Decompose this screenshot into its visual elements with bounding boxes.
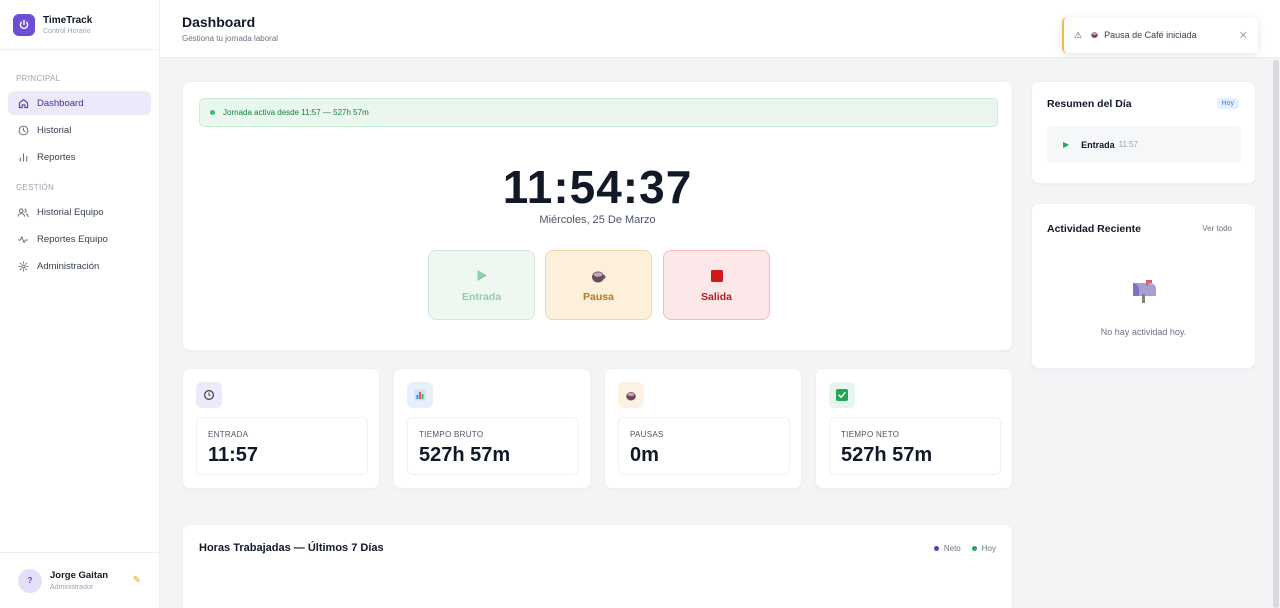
- app-name: TimeTrack: [43, 14, 93, 26]
- brand[interactable]: TimeTrack Control Horario: [0, 0, 159, 50]
- users-icon: [17, 206, 29, 218]
- sidebar-item-reportes-equipo[interactable]: Reportes Equipo: [8, 227, 151, 251]
- status-text: Jornada activa desde 11:57 — 527h 57m: [223, 108, 369, 117]
- stat-box: TIEMPO BRUTO 527h 57m: [407, 417, 579, 475]
- salida-button[interactable]: Salida: [663, 250, 770, 320]
- sidebar-item-label: Dashboard: [37, 97, 84, 109]
- today-badge: Hoy: [1216, 98, 1239, 109]
- view-all-link[interactable]: Ver todo: [1202, 224, 1232, 233]
- legend-item-hoy: Hoy: [971, 544, 996, 553]
- sidebar-item-reportes[interactable]: Reportes: [8, 145, 151, 169]
- status-dot: [210, 110, 215, 115]
- sidebar-item-label: Historial Equipo: [37, 206, 104, 218]
- date: Miércoles, 25 De Marzo: [539, 214, 656, 226]
- sidebar-item-label: Historial: [37, 124, 72, 136]
- stop-icon: [710, 268, 723, 284]
- scrollbar-thumb[interactable]: [1273, 60, 1279, 608]
- user-name: Jorge Gaitan: [50, 570, 109, 581]
- entrada-label: Entrada: [461, 290, 502, 303]
- play-icon: ▶: [1063, 140, 1070, 149]
- activity-title: Actividad Reciente: [1047, 223, 1141, 235]
- bar-chart-icon: [407, 382, 433, 408]
- legend-item-neto: Neto: [933, 544, 961, 553]
- sidebar-item-dashboard[interactable]: Dashboard: [8, 91, 151, 115]
- toast-message: Pausa de Café iniciada: [1104, 30, 1197, 40]
- summary-entry-label: Entrada: [1081, 139, 1115, 150]
- nav-section-principal: PRINCIPAL: [16, 74, 61, 83]
- hours-chart-card: Horas Trabajadas — Últimos 7 Días Neto H…: [182, 524, 1013, 608]
- page-title: Dashboard: [182, 14, 256, 30]
- stat-value: 527h 57m: [419, 444, 511, 466]
- day-summary-card: Resumen del Día Hoy ▶ Entrada 11:57: [1031, 81, 1256, 184]
- timer-card: Jornada activa desde 11:57 — 527h 57m 11…: [182, 81, 1013, 351]
- empty-state-text: No hay actividad hoy.: [1100, 327, 1187, 337]
- check-icon: [829, 382, 855, 408]
- coffee-icon: [1090, 30, 1099, 41]
- sidebar-item-label: Reportes: [37, 151, 76, 163]
- stat-label: PAUSAS: [630, 430, 664, 439]
- stat-card-tiempo-bruto: TIEMPO BRUTO 527h 57m: [393, 368, 591, 489]
- sidebar-item-historial[interactable]: Historial: [8, 118, 151, 142]
- salida-label: Salida: [701, 290, 732, 303]
- legend-dot: [971, 546, 977, 551]
- warning-icon: ⚠: [1074, 29, 1083, 40]
- stat-label: TIEMPO NETO: [841, 430, 900, 439]
- scrollbar[interactable]: [1272, 60, 1280, 608]
- summary-title: Resumen del Día: [1047, 98, 1132, 110]
- stat-value: 527h 57m: [841, 444, 933, 466]
- pencil-icon[interactable]: ✎: [133, 575, 141, 586]
- play-icon: [476, 268, 488, 284]
- user-role: Administrador: [50, 584, 94, 591]
- legend-label: Hoy: [981, 544, 996, 553]
- toast-notification: ⚠ Pausa de Café iniciada ✕: [1062, 17, 1258, 53]
- sidebar-item-historial-equipo[interactable]: Historial Equipo: [8, 200, 151, 224]
- legend-dot: [933, 546, 939, 551]
- stat-label: ENTRADA: [208, 430, 249, 439]
- page-subtitle: Gestiona tu jornada laboral: [182, 34, 279, 43]
- clock-icon: [17, 124, 29, 136]
- recent-activity-card: Actividad Reciente Ver todo No hay activ…: [1031, 203, 1256, 369]
- activity-icon: [17, 233, 29, 245]
- entrada-button[interactable]: Entrada: [428, 250, 535, 320]
- sidebar: TimeTrack Control Horario PRINCIPAL Dash…: [0, 0, 160, 608]
- summary-entry-row[interactable]: ▶ Entrada 11:57: [1047, 126, 1241, 163]
- pausa-button[interactable]: Pausa: [545, 250, 652, 320]
- power-icon: [13, 13, 35, 36]
- pausa-label: Pausa: [583, 290, 614, 303]
- avatar: ?: [18, 568, 42, 593]
- chart-title: Horas Trabajadas — Últimos 7 Días: [199, 542, 384, 554]
- stat-box: PAUSAS 0m: [618, 417, 790, 475]
- close-icon[interactable]: ✕: [1239, 29, 1248, 42]
- mailbox-icon: [1129, 278, 1159, 304]
- stat-box: TIEMPO NETO 527h 57m: [829, 417, 1001, 475]
- home-icon: [17, 97, 29, 109]
- stat-value: 0m: [630, 444, 659, 466]
- stat-card-tiempo-neto: TIEMPO NETO 527h 57m: [815, 368, 1013, 489]
- stat-card-pausas: PAUSAS 0m: [604, 368, 802, 489]
- user-profile[interactable]: ? Jorge Gaitan Administrador ✎: [0, 552, 159, 608]
- stat-label: TIEMPO BRUTO: [419, 430, 484, 439]
- bar-chart-icon: [17, 151, 29, 163]
- nav-section-gestion: GESTIÓN: [16, 183, 55, 192]
- gear-icon: [17, 260, 29, 272]
- sidebar-item-label: Reportes Equipo: [37, 233, 108, 245]
- stat-value: 11:57: [208, 444, 259, 466]
- stat-box: ENTRADA 11:57: [196, 417, 368, 475]
- stat-card-entrada: ENTRADA 11:57: [182, 368, 380, 489]
- summary-entry-time: 11:57: [1118, 140, 1139, 149]
- coffee-icon: [591, 268, 606, 284]
- status-banner: Jornada activa desde 11:57 — 527h 57m: [199, 98, 998, 127]
- sidebar-item-label: Administración: [37, 260, 100, 272]
- clock-icon: [196, 382, 222, 408]
- coffee-icon: [618, 382, 644, 408]
- chart-legend: Neto Hoy: [923, 544, 996, 553]
- clock: 11:54:37: [502, 161, 693, 213]
- sidebar-item-administracion[interactable]: Administración: [8, 254, 151, 278]
- app-subtitle: Control Horario: [43, 27, 91, 35]
- legend-label: Neto: [943, 544, 961, 553]
